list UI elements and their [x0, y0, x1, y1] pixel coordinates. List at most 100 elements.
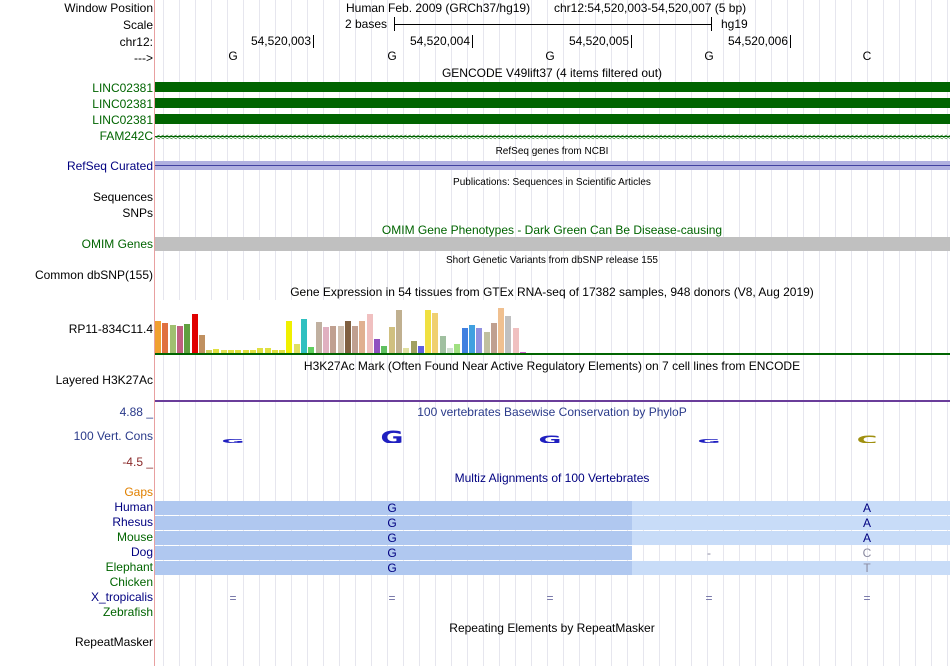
- phylop-base-letter: C: [856, 435, 878, 443]
- gtex-label[interactable]: RP11-834C11.4: [69, 322, 153, 336]
- gencode-item-label[interactable]: LINC02381: [92, 113, 153, 127]
- coordinate-label: 54,520,003: [250, 34, 311, 48]
- dbsnp-track-title[interactable]: Short Genetic Variants from dbSNP releas…: [446, 254, 658, 268]
- omim-label[interactable]: OMIM Genes: [82, 237, 153, 251]
- multiz-base: G: [387, 516, 397, 530]
- gtex-tissue-bar[interactable]: [366, 314, 373, 354]
- gtex-track-title[interactable]: Gene Expression in 54 tissues from GTEx …: [290, 285, 814, 299]
- h3k27ac-label[interactable]: Layered H3K27Ac: [56, 373, 153, 387]
- gtex-tissue-bar[interactable]: [512, 328, 519, 354]
- gtex-barchart[interactable]: [155, 300, 535, 354]
- reference-base: G: [704, 49, 714, 63]
- h3k27ac-track-title[interactable]: H3K27Ac Mark (Often Found Near Active Re…: [304, 359, 800, 373]
- multiz-base: T: [863, 561, 871, 575]
- publications-sequences-label[interactable]: Sequences: [93, 190, 153, 204]
- assembly-title: Human Feb. 2009 (GRCh37/hg19): [346, 1, 531, 15]
- gtex-tissue-bar[interactable]: [330, 326, 337, 354]
- dbsnp-label[interactable]: Common dbSNP(155): [35, 268, 153, 282]
- gencode-item-label[interactable]: FAM242C: [100, 129, 153, 143]
- coordinate-tick: [790, 35, 791, 48]
- multiz-base: G: [387, 501, 397, 515]
- phylop-label[interactable]: 100 Vert. Cons: [74, 429, 153, 443]
- multiz-base: =: [388, 591, 396, 605]
- gtex-tissue-bar[interactable]: [483, 331, 490, 354]
- scale-label: Scale: [122, 18, 153, 32]
- gtex-tissue-bar[interactable]: [301, 319, 307, 354]
- strand-label: --->: [134, 51, 153, 65]
- multiz-track-title[interactable]: Multiz Alignments of 100 Vertebrates: [455, 471, 650, 485]
- phylop-track-title[interactable]: 100 vertebrates Basewise Conservation by…: [417, 405, 686, 419]
- multiz-species-label[interactable]: Mouse: [117, 530, 153, 544]
- gencode-item-label[interactable]: LINC02381: [92, 97, 153, 111]
- multiz-species-label[interactable]: Human: [114, 500, 153, 514]
- multiz-base: =: [863, 591, 871, 605]
- gtex-tissue-bar[interactable]: [155, 320, 161, 354]
- multiz-base: =: [229, 591, 237, 605]
- gtex-tissue-bar[interactable]: [162, 322, 169, 354]
- publications-track-title[interactable]: Publications: Sequences in Scientific Ar…: [453, 176, 651, 190]
- gtex-tissue-bar[interactable]: [315, 321, 322, 354]
- phylop-base-letter: G: [538, 435, 562, 443]
- multiz-base: =: [546, 591, 554, 605]
- gtex-tissue-bar[interactable]: [476, 328, 483, 354]
- multiz-aligned-block: [632, 531, 950, 545]
- coordinate-tick: [631, 35, 632, 48]
- multiz-base: G: [387, 531, 397, 545]
- gtex-tissue-bar[interactable]: [352, 326, 359, 354]
- gtex-tissue-bar[interactable]: [176, 326, 183, 354]
- multiz-base: A: [862, 516, 872, 530]
- repeatmasker-track-title[interactable]: Repeating Elements by RepeatMasker: [449, 621, 654, 635]
- gtex-tissue-bar[interactable]: [461, 328, 468, 354]
- phylop-base-letter: G: [380, 429, 404, 443]
- gtex-tissue-bar[interactable]: [344, 320, 351, 354]
- db-label: hg19: [721, 17, 748, 31]
- gtex-tissue-bar[interactable]: [498, 308, 505, 354]
- gtex-tissue-bar[interactable]: [505, 316, 512, 354]
- gtex-tissue-bar[interactable]: [374, 339, 380, 354]
- publications-snps-label[interactable]: SNPs: [122, 206, 153, 220]
- omim-feature[interactable]: [155, 237, 950, 251]
- gencode-feature[interactable]: [155, 82, 950, 92]
- refseq-feature[interactable]: [155, 161, 950, 170]
- gtex-tissue-bar[interactable]: [425, 309, 432, 354]
- multiz-species-label[interactable]: Rhesus: [112, 515, 153, 529]
- refseq-track-title[interactable]: RefSeq genes from NCBI: [496, 145, 609, 159]
- gtex-tissue-bar[interactable]: [286, 320, 293, 354]
- repeatmasker-label[interactable]: RepeatMasker: [75, 635, 153, 649]
- gtex-tissue-bar[interactable]: [198, 334, 205, 354]
- multiz-gaps-label[interactable]: Gaps: [124, 485, 153, 499]
- scale-text: 2 bases: [345, 17, 388, 31]
- multiz-base: A: [862, 531, 872, 545]
- gtex-tissue-bar[interactable]: [432, 312, 439, 354]
- gtex-tissue-bar[interactable]: [322, 327, 329, 354]
- gtex-tissue-bar[interactable]: [388, 327, 395, 354]
- multiz-species-label[interactable]: Zebrafish: [103, 605, 153, 619]
- gencode-feature[interactable]: [155, 114, 950, 124]
- gtex-tissue-bar[interactable]: [359, 320, 366, 354]
- refseq-label[interactable]: RefSeq Curated: [67, 159, 153, 173]
- gencode-feature[interactable]: <<<<<<<<<<<<<<<<<<<<<<<<<<<<<<<<<<<<<<<<…: [155, 133, 950, 141]
- position-text[interactable]: chr12:54,520,003-54,520,007 (5 bp): [554, 1, 746, 15]
- gtex-tissue-bar[interactable]: [184, 323, 191, 354]
- gencode-track-title[interactable]: GENCODE V49lift37 (4 items filtered out): [442, 66, 662, 80]
- multiz-species-label[interactable]: X_tropicalis: [91, 590, 153, 604]
- gtex-tissue-bar[interactable]: [395, 309, 402, 354]
- reference-base: G: [228, 49, 238, 63]
- reference-base: G: [387, 49, 397, 63]
- multiz-species-label[interactable]: Dog: [131, 545, 153, 559]
- gtex-tissue-bar[interactable]: [490, 322, 497, 354]
- omim-track-title[interactable]: OMIM Gene Phenotypes - Dark Green Can Be…: [382, 223, 722, 237]
- gtex-tissue-bar[interactable]: [191, 314, 198, 354]
- gtex-tissue-bar[interactable]: [169, 325, 176, 354]
- gtex-baseline: [155, 353, 950, 355]
- gencode-feature[interactable]: [155, 98, 950, 108]
- multiz-species-label[interactable]: Chicken: [110, 575, 153, 589]
- gtex-tissue-bar[interactable]: [337, 326, 344, 354]
- multiz-base: G: [387, 546, 397, 560]
- phylop-base-letter: G: [221, 439, 245, 443]
- gtex-tissue-bar[interactable]: [468, 325, 475, 354]
- gencode-item-label[interactable]: LINC02381: [92, 81, 153, 95]
- gtex-tissue-bar[interactable]: [439, 335, 446, 354]
- multiz-base: C: [862, 546, 872, 560]
- multiz-species-label[interactable]: Elephant: [106, 560, 153, 574]
